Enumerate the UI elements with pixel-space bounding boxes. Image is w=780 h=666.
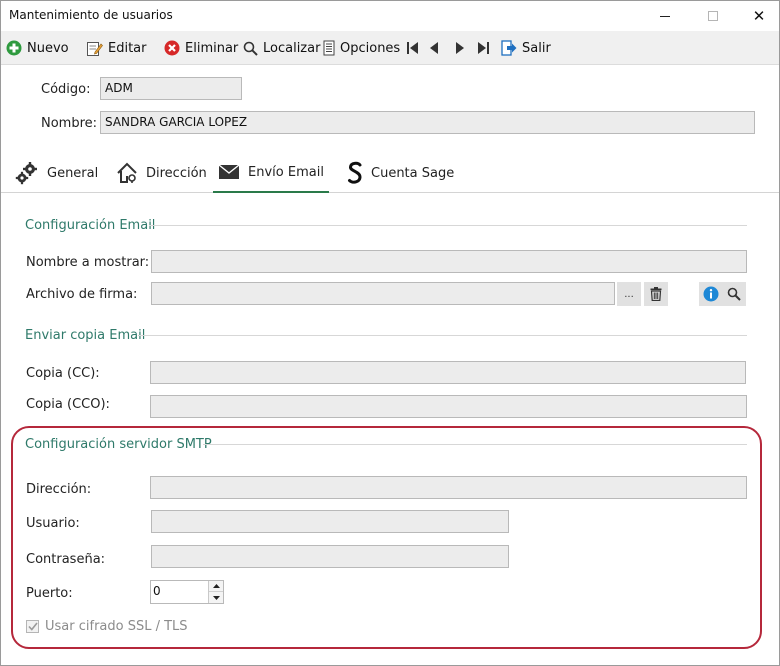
- house-icon: [117, 162, 137, 183]
- smtp-highlight-frame: [11, 426, 762, 649]
- smtp-usuario-field[interactable]: [151, 510, 509, 533]
- close-icon: ✕: [752, 7, 766, 25]
- smtp-title: Configuración servidor SMTP: [25, 437, 212, 452]
- smtp-contrasena-field[interactable]: [151, 545, 509, 568]
- cco-label: Copia (CCO):: [26, 397, 110, 412]
- first-record-icon: [407, 42, 418, 54]
- maximize-icon: [708, 11, 718, 21]
- delete-signature-button[interactable]: [644, 282, 668, 306]
- nuevo-button[interactable]: Nuevo: [6, 31, 69, 65]
- smtp-contrasena-label: Contraseña:: [26, 552, 106, 567]
- info-button[interactable]: [699, 282, 723, 306]
- smtp-direccion-label: Dirección:: [26, 482, 92, 497]
- eliminar-button[interactable]: Eliminar: [164, 31, 238, 65]
- puerto-value[interactable]: 0: [153, 584, 161, 598]
- tab-bar: General Dirección Envío Email Cuenta Sag…: [1, 153, 779, 193]
- delete-circle-icon: [164, 40, 180, 56]
- smtp-puerto-label: Puerto:: [26, 586, 73, 601]
- nombre-field[interactable]: SANDRA GARCIA LOPEZ: [100, 111, 755, 134]
- smtp-divider: [203, 444, 747, 445]
- localizar-label: Localizar: [263, 40, 321, 56]
- user-maintenance-window: Mantenimiento de usuarios ✕ Nuevo Editar…: [0, 0, 780, 666]
- email-config-title: Configuración Email: [25, 218, 156, 233]
- tab-direccion-label: Dirección: [146, 165, 207, 181]
- cc-label: Copia (CC):: [26, 366, 100, 381]
- archivo-firma-label: Archivo de firma:: [26, 287, 138, 302]
- tab-envio-email-label: Envío Email: [248, 164, 324, 180]
- edit-icon: [87, 41, 103, 56]
- puerto-decrement-button[interactable]: [209, 592, 223, 603]
- eliminar-label: Eliminar: [185, 40, 239, 56]
- magnifier-icon: [727, 287, 741, 301]
- plus-circle-icon: [6, 40, 22, 56]
- tab-general[interactable]: General: [15, 153, 98, 193]
- previous-record-button[interactable]: [428, 31, 440, 65]
- last-record-icon: [478, 42, 489, 54]
- options-list-icon: [323, 40, 335, 56]
- caret-down-icon: [212, 595, 220, 600]
- checkmark-icon: [27, 622, 38, 631]
- copia-divider: [138, 335, 747, 336]
- codigo-label: Código:: [41, 82, 91, 97]
- ssl-checkbox[interactable]: [26, 620, 39, 633]
- localizar-button[interactable]: Localizar: [243, 31, 320, 65]
- tab-cuenta-sage[interactable]: Cuenta Sage: [347, 153, 454, 193]
- info-icon: [703, 286, 719, 302]
- salir-label: Salir: [522, 40, 551, 56]
- previous-record-icon: [430, 42, 438, 54]
- cc-field[interactable]: [150, 361, 746, 384]
- ssl-label: Usar cifrado SSL / TLS: [45, 619, 188, 634]
- tab-general-label: General: [47, 165, 99, 181]
- minimize-icon: [660, 15, 670, 17]
- smtp-direccion-field[interactable]: [150, 476, 747, 499]
- puerto-stepper[interactable]: 0: [150, 580, 224, 604]
- minimize-button[interactable]: [642, 1, 688, 31]
- nombre-mostrar-label: Nombre a mostrar:: [26, 255, 150, 270]
- nuevo-label: Nuevo: [27, 40, 69, 56]
- editar-label: Editar: [108, 40, 147, 56]
- gears-icon: [15, 162, 37, 185]
- close-button[interactable]: ✕: [736, 1, 779, 31]
- last-record-button[interactable]: [476, 31, 490, 65]
- preview-signature-button[interactable]: [722, 282, 746, 306]
- nombre-label: Nombre:: [41, 116, 98, 131]
- next-record-icon: [456, 42, 464, 54]
- caret-up-icon: [212, 584, 220, 588]
- email-config-divider: [149, 225, 747, 226]
- sage-icon: [348, 161, 362, 184]
- search-icon: [243, 41, 258, 56]
- opciones-label: Opciones: [340, 40, 401, 56]
- salir-button[interactable]: Salir: [501, 31, 551, 65]
- envelope-icon: [218, 164, 240, 179]
- tab-direccion[interactable]: Dirección: [116, 153, 207, 193]
- tab-cuenta-sage-label: Cuenta Sage: [371, 165, 455, 181]
- browse-label: ...: [624, 288, 634, 300]
- nombre-mostrar-field[interactable]: [151, 250, 747, 273]
- smtp-usuario-label: Usuario:: [26, 516, 80, 531]
- maximize-button[interactable]: [690, 1, 736, 31]
- title-bar: Mantenimiento de usuarios ✕: [1, 1, 779, 31]
- ssl-checkbox-row[interactable]: Usar cifrado SSL / TLS: [26, 619, 188, 634]
- tab-envio-email[interactable]: Envío Email: [213, 153, 329, 193]
- puerto-stepper-buttons: [208, 581, 223, 603]
- next-record-button[interactable]: [454, 31, 466, 65]
- cco-field[interactable]: [150, 395, 747, 418]
- archivo-firma-field[interactable]: [151, 282, 615, 305]
- editar-button[interactable]: Editar: [86, 31, 147, 65]
- toolbar: Nuevo Editar Eliminar Localizar Opciones…: [1, 31, 779, 65]
- first-record-button[interactable]: [406, 31, 420, 65]
- exit-icon: [501, 40, 517, 56]
- opciones-button[interactable]: Opciones: [323, 31, 400, 65]
- browse-button[interactable]: ...: [617, 282, 641, 306]
- window-title: Mantenimiento de usuarios: [9, 8, 173, 22]
- trash-icon: [650, 287, 662, 301]
- puerto-increment-button[interactable]: [209, 581, 223, 592]
- copia-title: Enviar copia Email: [25, 328, 146, 343]
- codigo-field[interactable]: ADM: [100, 77, 242, 100]
